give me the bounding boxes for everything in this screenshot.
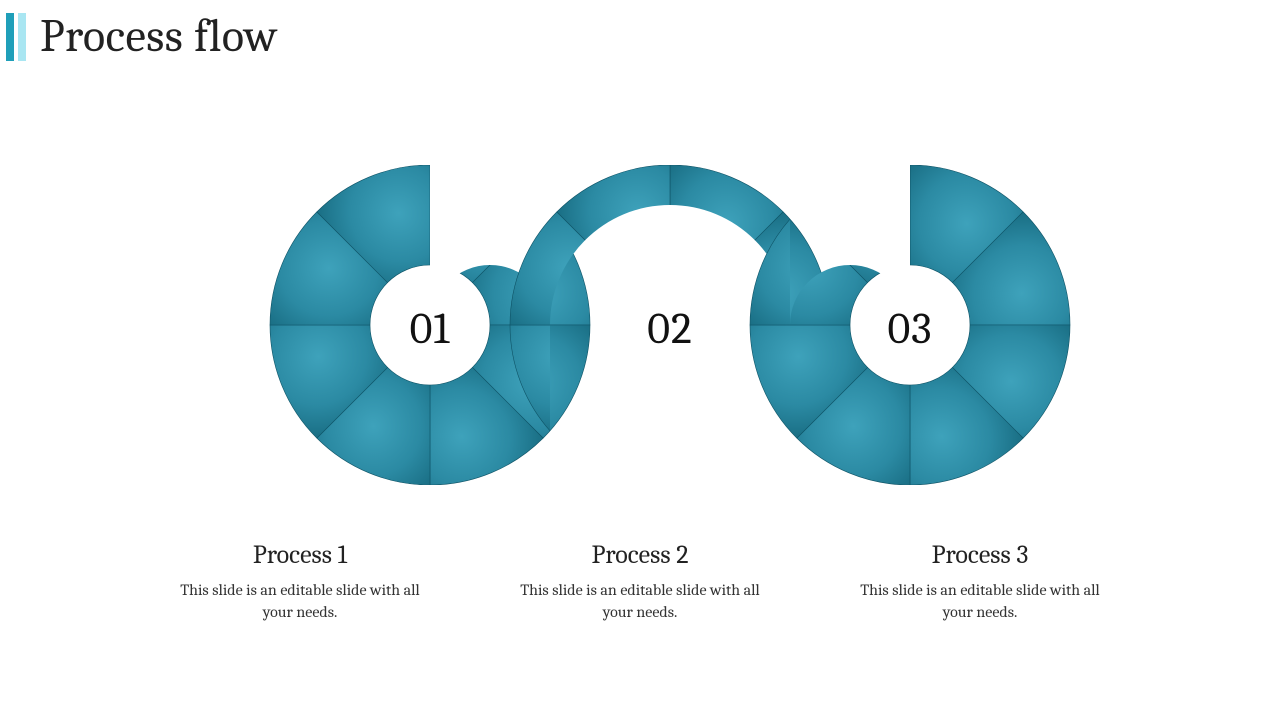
title-bar: Process flow [0, 10, 278, 63]
caption-desc-1: This slide is an editable slide with all… [170, 580, 430, 623]
caption-desc-2: This slide is an editable slide with all… [510, 580, 770, 623]
caption-3: Process 3 This slide is an editable slid… [850, 540, 1110, 623]
caption-desc-3: This slide is an editable slide with all… [850, 580, 1110, 623]
step-number-3: 03 [870, 303, 950, 354]
step-number-2: 02 [630, 303, 710, 354]
step-number-1: 01 [390, 303, 470, 354]
caption-title-3: Process 3 [850, 540, 1110, 570]
page-title: Process flow [40, 10, 278, 63]
title-mark-dark [6, 13, 14, 61]
title-mark-light [18, 13, 26, 61]
caption-1: Process 1 This slide is an editable slid… [170, 540, 430, 623]
caption-title-1: Process 1 [170, 540, 430, 570]
caption-2: Process 2 This slide is an editable slid… [510, 540, 770, 623]
process-flow-diagram: 01 02 03 [200, 165, 1080, 489]
title-marks [6, 13, 26, 61]
captions-row: Process 1 This slide is an editable slid… [0, 540, 1280, 623]
caption-title-2: Process 2 [510, 540, 770, 570]
